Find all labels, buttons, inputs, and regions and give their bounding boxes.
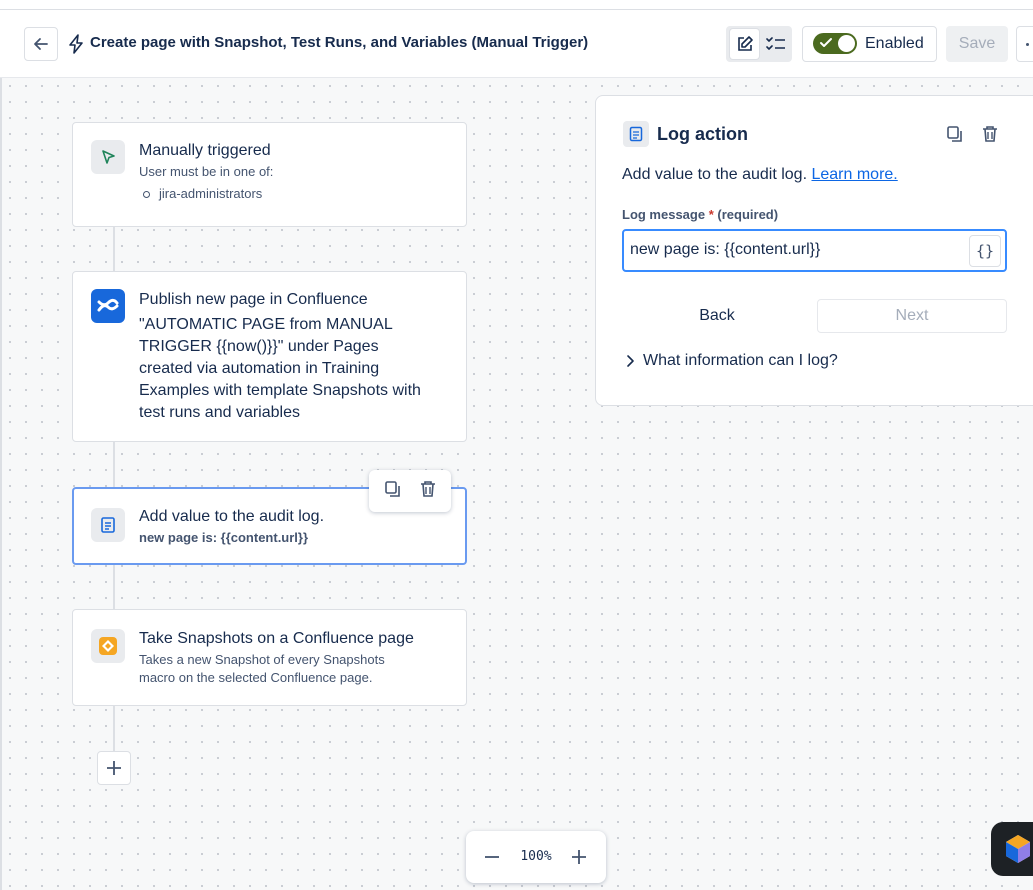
switch-knob xyxy=(838,35,855,52)
field-label-text: Log message xyxy=(622,207,706,222)
lightning-bolt-icon xyxy=(66,33,86,55)
bullet-icon xyxy=(143,191,150,198)
snapshot-desc: macro on the selected Confluence page. xyxy=(139,670,373,685)
publish-line: Publish new page in Confluence xyxy=(139,291,368,308)
edit-view-button[interactable] xyxy=(730,29,759,59)
plus-icon xyxy=(107,761,121,775)
plus-icon xyxy=(572,850,586,864)
browser-top-edge xyxy=(0,0,1033,10)
log-info-expander[interactable]: What information can I log? xyxy=(622,350,838,372)
rule-title: Create page with Snapshot, Test Runs, an… xyxy=(90,34,589,51)
zoom-level: 100% xyxy=(520,849,552,864)
snapshot-desc: Takes a new Snapshot of every Snapshots xyxy=(139,652,385,667)
panel-duplicate-button[interactable] xyxy=(944,123,966,145)
trigger-group: jira-administrators xyxy=(159,186,263,201)
log-document-icon xyxy=(91,508,125,542)
back-button[interactable] xyxy=(24,27,58,61)
flow-connector xyxy=(113,564,115,610)
arrow-left-icon xyxy=(34,38,48,50)
check-icon xyxy=(820,38,832,47)
log-document-icon xyxy=(623,121,649,147)
more-icon xyxy=(1026,43,1029,46)
required-text: (required) xyxy=(717,207,779,222)
enabled-switch[interactable] xyxy=(813,33,857,54)
panel-desc-text: Add value to the audit log. xyxy=(622,166,808,183)
minus-icon xyxy=(485,856,499,858)
log-title: Add value to the audit log. xyxy=(139,508,325,525)
trigger-title: Manually triggered xyxy=(139,142,271,159)
save-button[interactable]: Save xyxy=(946,26,1008,62)
publish-line: test runs and variables xyxy=(139,404,300,421)
publish-page-card[interactable]: Publish new page in Confluence "AUTOMATI… xyxy=(72,271,467,442)
publish-line: created via automation in Training xyxy=(139,360,380,377)
edit-icon xyxy=(737,36,753,51)
next-step-button[interactable]: Next xyxy=(817,299,1007,333)
zoom-out-button[interactable] xyxy=(480,845,504,869)
flow-connector xyxy=(113,226,115,272)
checklist-icon xyxy=(765,37,785,50)
add-step-button[interactable] xyxy=(97,751,131,785)
enabled-label: Enabled xyxy=(865,35,924,52)
required-star: * xyxy=(708,207,714,222)
expander-label: What information can I log? xyxy=(643,352,838,369)
delete-button[interactable] xyxy=(419,480,437,503)
zoom-in-button[interactable] xyxy=(567,845,591,869)
trigger-card[interactable]: Manually triggered User must be in one o… xyxy=(72,122,467,227)
cursor-click-icon xyxy=(91,140,125,174)
copy-icon xyxy=(384,480,400,497)
trash-icon xyxy=(983,126,997,142)
card-toolbar xyxy=(369,470,451,512)
panel-description: Add value to the audit log. Learn more. xyxy=(622,166,898,184)
snapshot-app-icon xyxy=(91,629,125,663)
learn-more-link[interactable]: Learn more. xyxy=(811,166,897,183)
publish-line: TRIGGER {{now()}}" under Pages xyxy=(139,338,379,355)
panel-title: Log action xyxy=(657,124,748,144)
trash-icon xyxy=(420,480,435,497)
flow-connector xyxy=(113,705,115,751)
duplicate-button[interactable] xyxy=(384,480,402,503)
floating-app-button[interactable] xyxy=(991,822,1033,876)
flow-connector xyxy=(113,441,115,488)
copy-icon xyxy=(947,126,962,142)
confluence-logo-icon xyxy=(91,289,125,323)
log-subtitle: new page is: {{content.url}} xyxy=(139,530,309,545)
log-message-value: new page is: {{content.url}} xyxy=(630,241,821,258)
trigger-subtitle: User must be in one of: xyxy=(139,164,274,179)
back-step-button[interactable]: Back xyxy=(622,299,812,333)
chevron-right-icon xyxy=(627,355,634,367)
snapshot-card[interactable]: Take Snapshots on a Confluence page Take… xyxy=(72,609,467,706)
list-view-button[interactable] xyxy=(761,29,790,59)
log-message-label: Log message * (required) xyxy=(622,207,778,222)
snapshot-title: Take Snapshots on a Confluence page xyxy=(139,630,414,647)
panel-delete-button[interactable] xyxy=(979,123,1001,145)
publish-line: Examples with template Snapshots with xyxy=(139,382,421,399)
smart-value-button[interactable]: {} xyxy=(969,235,1001,267)
more-button[interactable] xyxy=(1016,26,1033,62)
app-logo-icon xyxy=(1006,835,1030,863)
publish-line: "AUTOMATIC PAGE from MANUAL xyxy=(139,316,393,333)
